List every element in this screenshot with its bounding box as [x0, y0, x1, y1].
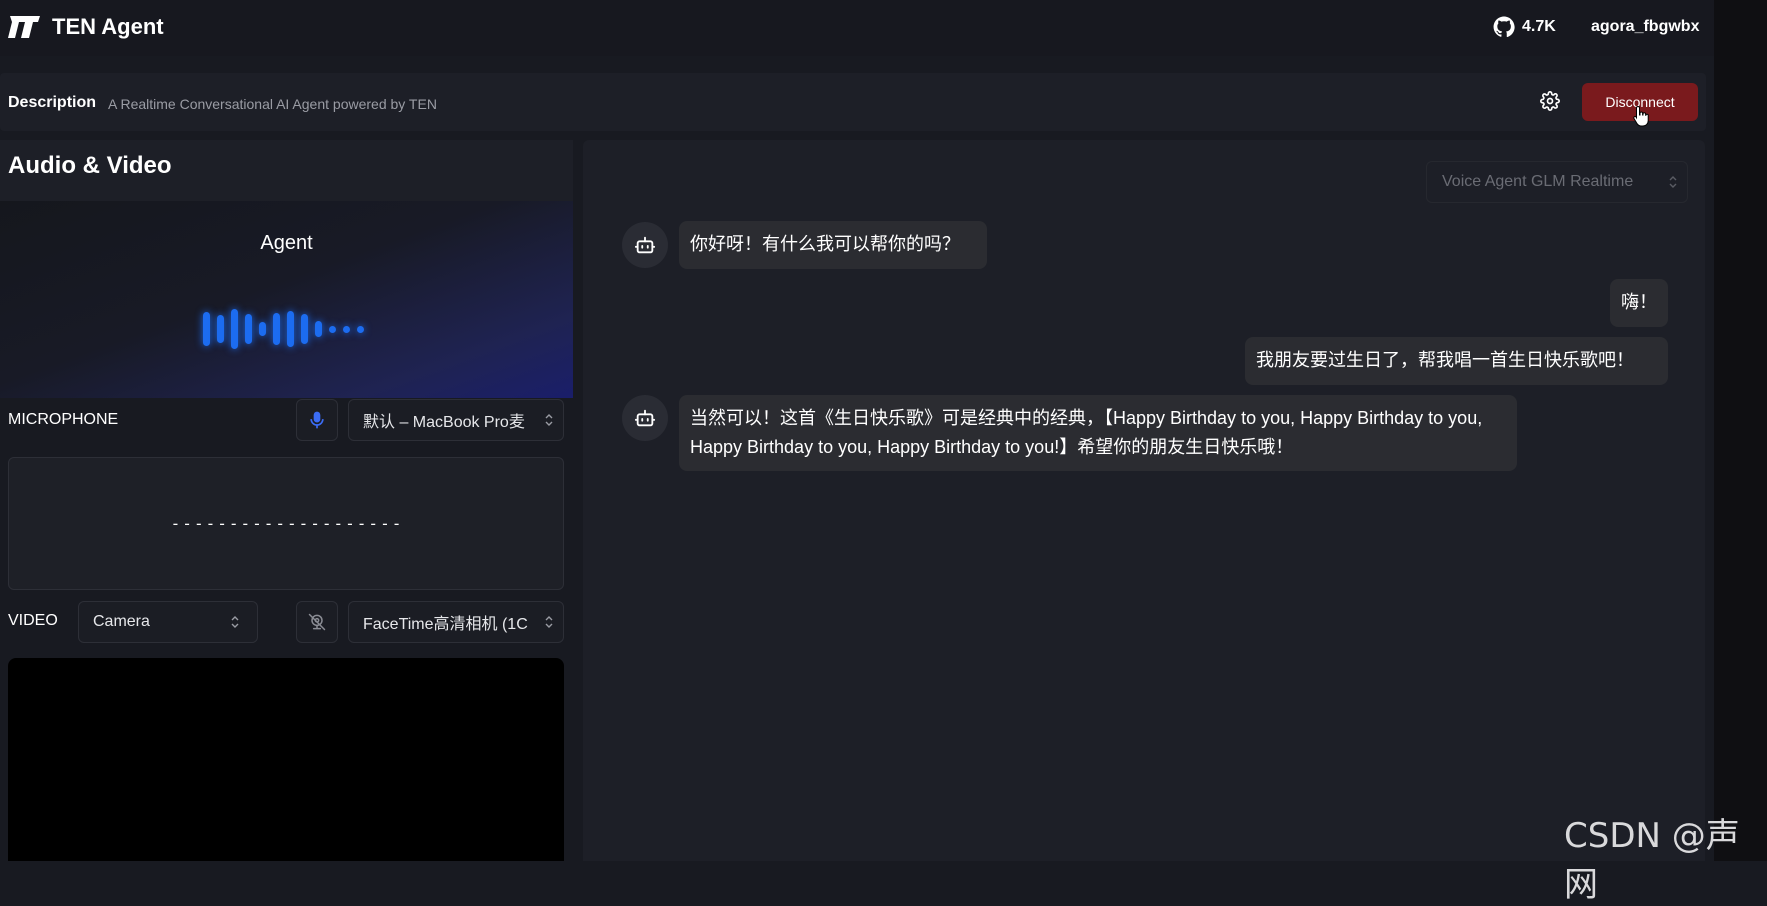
- agent-avatar: [622, 395, 668, 441]
- description-text: A Realtime Conversational AI Agent power…: [108, 96, 437, 112]
- agent-message: 你好呀！有什么我可以帮你的吗？: [679, 221, 987, 269]
- visualizer-bar: [203, 312, 210, 346]
- app-title[interactable]: TEN Agent: [52, 14, 164, 40]
- visualizer-bar: [343, 326, 350, 333]
- agent-avatar: [622, 222, 668, 268]
- visualizer-bar: [273, 313, 280, 345]
- microphone-label: MICROPHONE: [8, 411, 119, 428]
- gear-icon[interactable]: [1540, 91, 1560, 111]
- chevron-updown-icon: [231, 616, 239, 628]
- video-preview: [8, 658, 564, 861]
- camera-device-value: FaceTime高清相机 (1C: [363, 616, 528, 633]
- microphone-device-select[interactable]: 默认 – MacBook Pro麦: [348, 399, 564, 441]
- agent-label: Agent: [260, 232, 313, 254]
- camera-toggle-button[interactable]: [296, 601, 338, 643]
- github-icon[interactable]: [1493, 16, 1515, 38]
- graph-select[interactable]: Voice Agent GLM Realtime: [1426, 161, 1688, 203]
- video-source-select[interactable]: Camera: [78, 601, 258, 643]
- visualizer-bar: [301, 314, 308, 344]
- audio-video-title: Audio & Video: [8, 152, 172, 179]
- window-edge: [1714, 0, 1767, 861]
- microphone-toggle-button[interactable]: [296, 399, 338, 441]
- visualizer-bar: [259, 322, 266, 336]
- camera-off-icon: [308, 613, 326, 631]
- chevron-updown-icon: [545, 616, 553, 628]
- microphone-icon: [310, 411, 324, 429]
- visualizer-bar: [217, 315, 224, 343]
- video-source-value: Camera: [93, 613, 150, 630]
- agent-message: 当然可以！这首《生日快乐歌》可是经典中的经典，【Happy Birthday t…: [679, 395, 1517, 471]
- watermark: CSDN @声网: [1564, 816, 1740, 905]
- microphone-visualizer: --------------------: [8, 457, 564, 590]
- audio-visualizer: [200, 306, 380, 352]
- ten-logo-icon: [8, 16, 40, 38]
- user-message: 嗨！: [1610, 279, 1668, 327]
- visualizer-bar: [329, 326, 336, 333]
- graph-select-value: Voice Agent GLM Realtime: [1442, 173, 1634, 190]
- visualizer-bar: [287, 311, 294, 347]
- hand-cursor-icon: [1633, 105, 1649, 127]
- visualizer-bar: [231, 309, 238, 349]
- user-message: 我朋友要过生日了，帮我唱一首生日快乐歌吧！: [1245, 337, 1668, 385]
- chevron-updown-icon: [1669, 176, 1677, 188]
- robot-icon: [634, 409, 656, 427]
- top-header: [0, 0, 1714, 56]
- github-star-count[interactable]: 4.7K: [1522, 18, 1556, 36]
- chevron-updown-icon: [545, 414, 553, 426]
- username: agora_fbgwbx: [1591, 18, 1700, 35]
- microphone-level-line: --------------------: [170, 514, 404, 533]
- agent-view: [0, 201, 573, 398]
- description-label: Description: [8, 94, 97, 111]
- microphone-device-value: 默认 – MacBook Pro麦: [363, 414, 525, 431]
- robot-icon: [634, 236, 656, 254]
- visualizer-bar: [315, 321, 322, 337]
- video-label: VIDEO: [8, 612, 58, 629]
- visualizer-bar: [245, 314, 252, 344]
- visualizer-bar: [357, 326, 364, 333]
- camera-device-select[interactable]: FaceTime高清相机 (1C: [348, 601, 564, 643]
